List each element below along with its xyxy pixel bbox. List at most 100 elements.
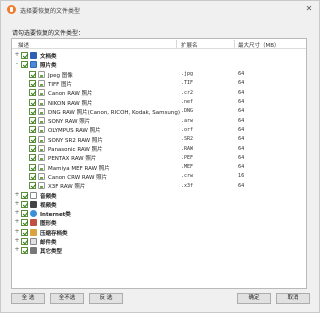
expand-icon[interactable]: + [14, 219, 20, 225]
row-label: Canon CRW RAW 照片 [48, 174, 108, 181]
row-extension: .x3f [181, 182, 194, 189]
audio-file-icon [30, 191, 37, 199]
row-label: 其它类型 [40, 249, 63, 256]
expand-icon[interactable]: + [14, 191, 20, 198]
row-max-size: 64 [238, 182, 245, 189]
column-header-max-size[interactable]: 最大尺寸（MB） [238, 41, 280, 49]
file-type-row[interactable]: Canon CRW RAW 照片 .crw 16 [12, 172, 306, 181]
checkbox[interactable] [21, 228, 28, 236]
file-type-row[interactable]: SONY RAW 照片 .arw 64 [12, 116, 306, 125]
column-header-extension[interactable]: 扩展名 [181, 41, 198, 49]
row-max-size: 64 [238, 99, 245, 105]
checkbox[interactable] [21, 219, 28, 227]
row-label: Canon RAW 照片 [48, 91, 93, 98]
checkbox[interactable] [21, 52, 28, 59]
row-extension: .cr2 [181, 89, 194, 96]
checkbox[interactable] [21, 191, 28, 199]
expand-icon[interactable]: + [14, 238, 20, 244]
column-divider[interactable] [176, 40, 177, 48]
category-row[interactable]: + 文档类 [12, 51, 306, 61]
fimg-file-icon [38, 126, 45, 134]
row-label: NIKON RAW 照片 [48, 100, 93, 107]
expand-icon[interactable]: + [14, 52, 20, 58]
checkbox[interactable] [29, 117, 36, 125]
row-label: Mamiya MEF RAW 照片 [48, 165, 110, 172]
checkbox[interactable] [29, 89, 36, 97]
file-type-row[interactable]: SONY SR2 RAW 照片 .SR2 64 [12, 135, 306, 144]
file-type-row[interactable]: PENTAX RAW 照片 .PEF 64 [12, 153, 306, 162]
checkbox[interactable] [21, 61, 28, 69]
close-icon[interactable]: ✕ [304, 4, 314, 14]
expand-icon[interactable]: + [14, 210, 20, 216]
file-type-row[interactable]: DNG RAW 照片(Canon, RICOH, Kodak, Samsung)… [12, 107, 306, 116]
file-type-row[interactable]: TIFF 图片 .TIF 64 [12, 79, 306, 88]
category-row[interactable]: - 照片类 [12, 60, 306, 70]
checkbox[interactable] [29, 182, 36, 190]
row-extension: .TIF [181, 80, 194, 87]
checkbox[interactable] [21, 238, 28, 245]
expand-icon[interactable]: + [14, 228, 20, 235]
file-type-row[interactable]: Jpeg 图像 .jpg 64 [12, 70, 306, 79]
row-label: DNG RAW 照片(Canon, RICOH, Kodak, Samsung) [48, 109, 180, 116]
app-logo-icon [7, 5, 16, 14]
row-extension: .orf [181, 126, 194, 133]
file-type-row[interactable]: Mamiya MEF RAW 照片 .MEF 64 [12, 163, 306, 172]
row-max-size: 16 [238, 173, 245, 180]
checkbox[interactable] [29, 163, 36, 171]
fimg-file-icon [38, 172, 45, 180]
fimg-file-icon [38, 163, 45, 171]
checkbox[interactable] [21, 200, 28, 208]
invert-selection-button[interactable]: 反 选 [89, 293, 123, 304]
fimg-file-icon [38, 89, 45, 97]
select-none-button[interactable]: 全不选 [50, 293, 84, 304]
fimg-file-icon [38, 145, 45, 152]
row-label: 图形类 [40, 221, 57, 228]
checkbox[interactable] [29, 126, 36, 134]
web-file-icon [30, 210, 37, 218]
row-extension: .nef [181, 99, 194, 105]
checkbox[interactable] [29, 70, 36, 78]
checkbox[interactable] [29, 145, 36, 152]
row-label: SONY RAW 照片 [48, 119, 91, 126]
checkbox[interactable] [21, 210, 28, 218]
category-row[interactable]: + 音频类 [12, 191, 306, 200]
expand-icon[interactable]: + [14, 247, 20, 253]
row-label: PENTAX RAW 照片 [48, 156, 97, 163]
window-title: 选择要恢复的文件类型 [20, 8, 81, 15]
checkbox[interactable] [29, 107, 36, 115]
category-row[interactable]: + Internet类 [12, 209, 306, 219]
ok-button[interactable]: 确定 [237, 293, 271, 304]
checkbox[interactable] [29, 154, 36, 162]
row-label: SONY SR2 RAW 照片 [48, 137, 103, 144]
select-all-button[interactable]: 全 选 [11, 293, 45, 304]
checkbox[interactable] [29, 98, 36, 106]
doc-file-icon [30, 52, 37, 59]
category-row[interactable]: + 压缩存档类 [12, 228, 306, 237]
dialog-window: 选择要恢复的文件类型 ✕ 请勾选要恢复的文件类型： 描述 扩展名 最大尺寸（MB… [0, 0, 320, 313]
collapse-icon[interactable]: - [14, 61, 20, 67]
cancel-button[interactable]: 取消 [276, 293, 310, 304]
row-extension: .PEF [181, 154, 194, 161]
category-row[interactable]: + 其它类型 [12, 246, 306, 256]
row-max-size: 64 [238, 80, 245, 87]
checkbox[interactable] [29, 79, 36, 87]
fimg-file-icon [38, 154, 45, 162]
video-file-icon [30, 200, 37, 208]
category-row[interactable]: + 视频类 [12, 200, 306, 209]
row-label: TIFF 图片 [48, 81, 73, 88]
file-type-row[interactable]: Canon RAW 照片 .cr2 64 [12, 88, 306, 97]
checkbox[interactable] [29, 135, 36, 143]
file-type-row[interactable]: NIKON RAW 照片 .nef 64 [12, 98, 306, 107]
category-row[interactable]: + 邮件类 [12, 237, 306, 247]
file-type-tree-list[interactable]: 描述 扩展名 最大尺寸（MB） + 文档类 - 照片类 Jpeg 图像 .jpg 64 TIF… [11, 38, 307, 289]
file-type-row[interactable]: OLYMPUS RAW 照片 .orf 64 [12, 125, 306, 134]
checkbox[interactable] [21, 247, 28, 255]
column-divider[interactable] [234, 40, 235, 48]
expand-icon[interactable]: + [14, 200, 20, 207]
file-type-row[interactable]: X3F RAW 照片 .x3f 64 [12, 181, 306, 190]
file-type-row[interactable]: Panasonic RAW 照片 .RAW 64 [12, 144, 306, 153]
title-bar[interactable]: 选择要恢复的文件类型 ✕ [1, 1, 319, 18]
checkbox[interactable] [29, 172, 36, 180]
category-row[interactable]: + 图形类 [12, 218, 306, 228]
column-header-description[interactable]: 描述 [18, 41, 29, 49]
